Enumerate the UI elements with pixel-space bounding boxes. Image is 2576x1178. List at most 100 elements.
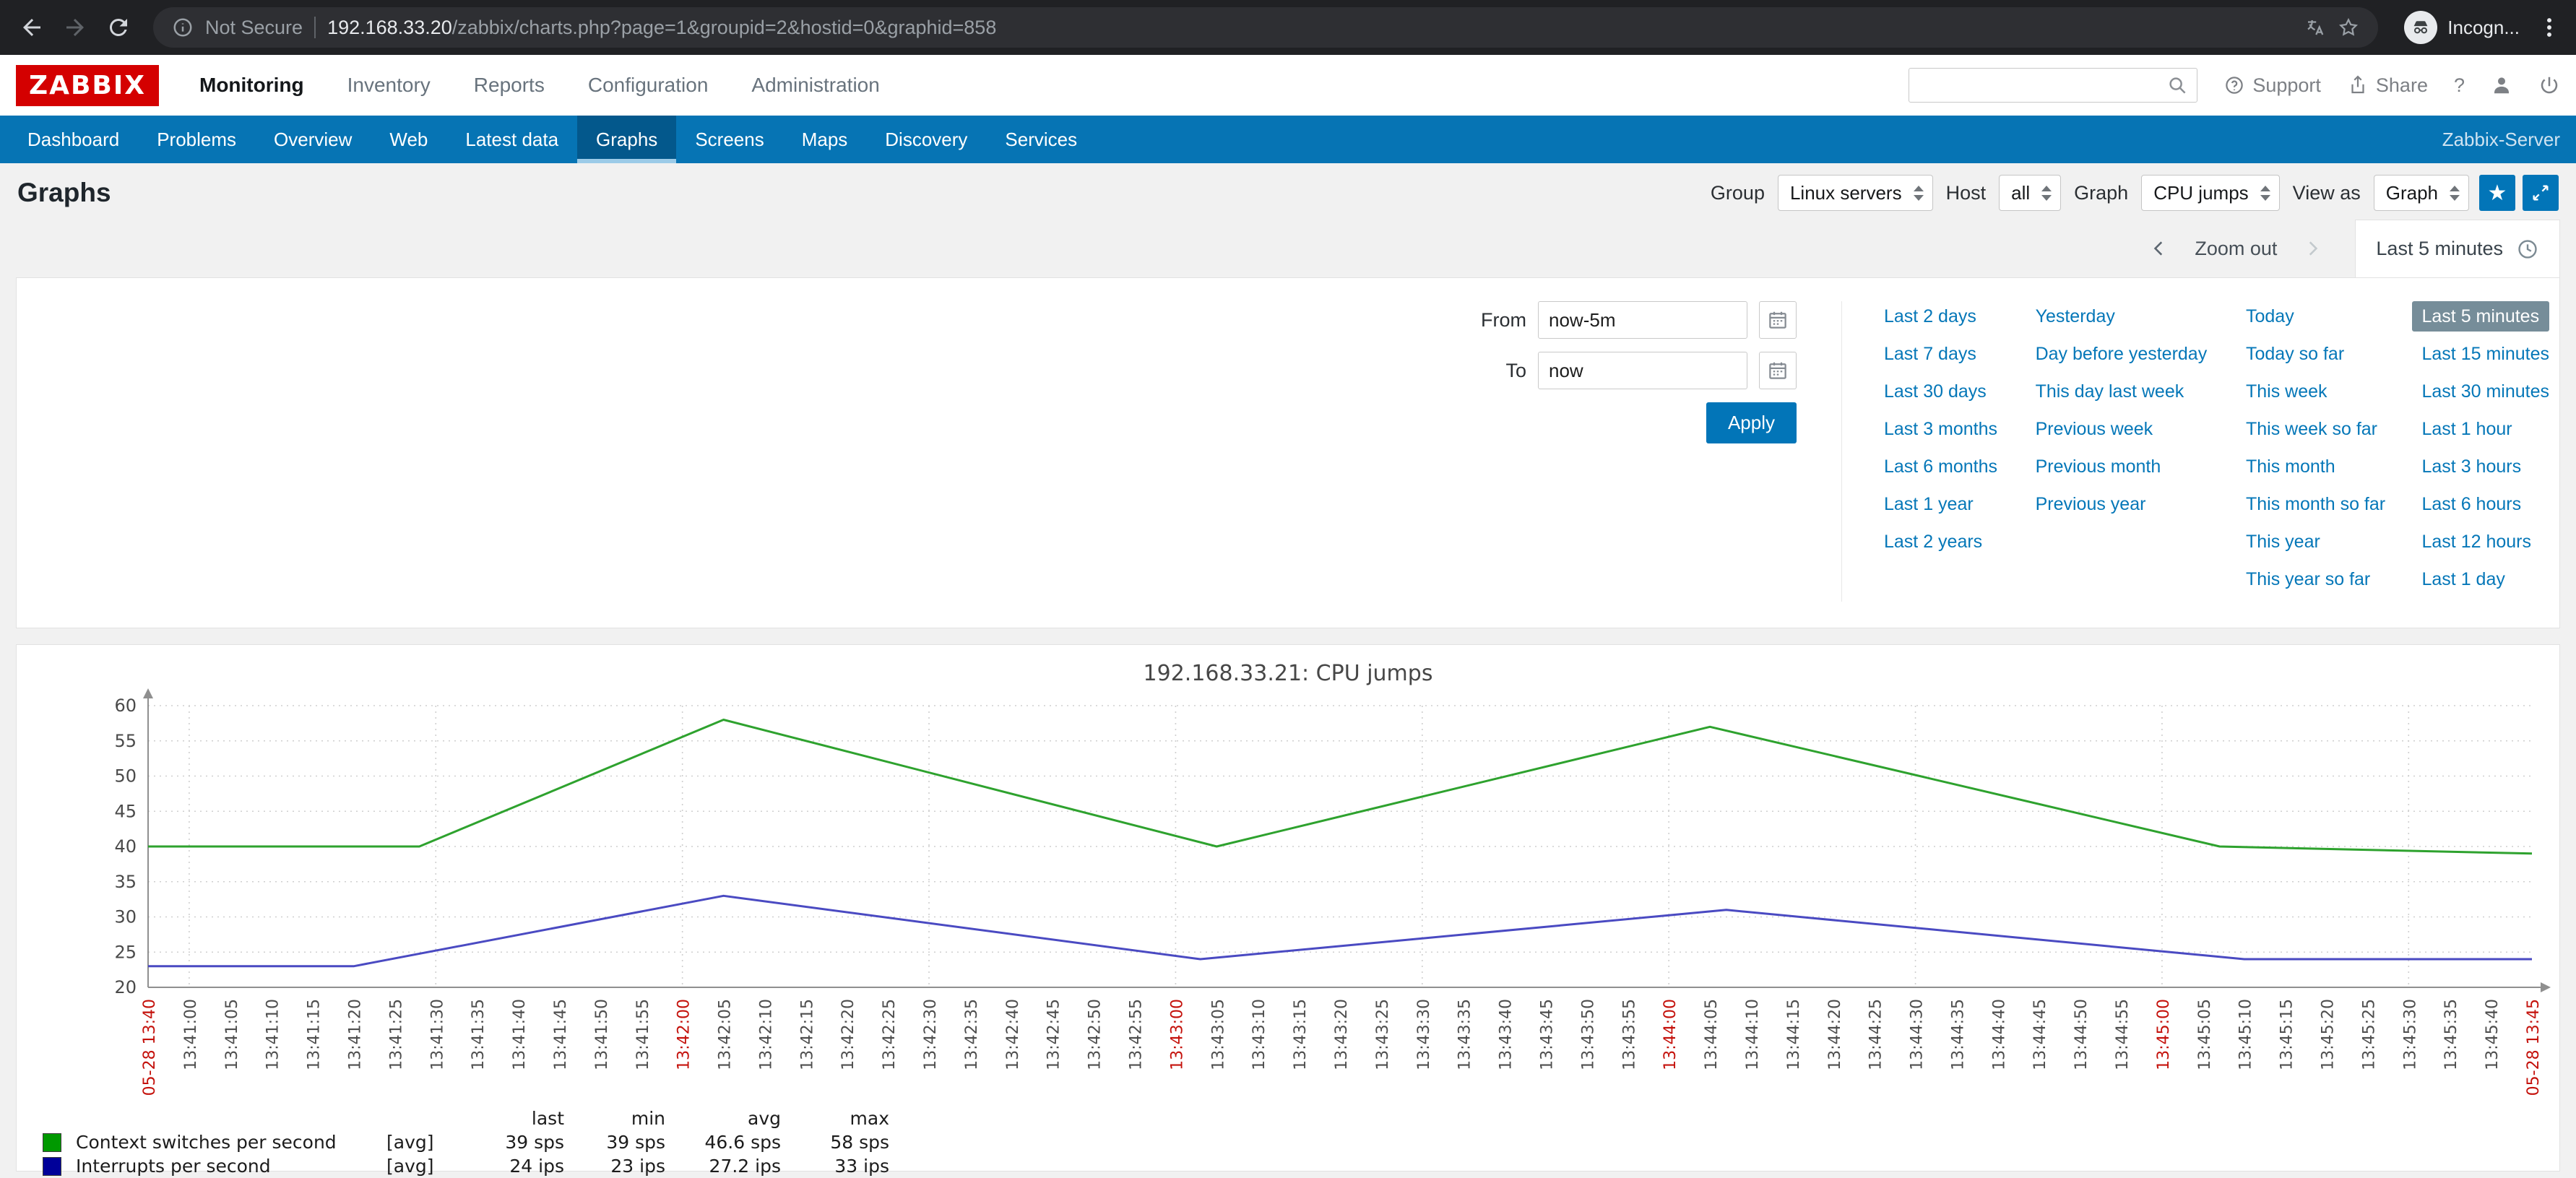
url-text: 192.168.33.20/zabbix/charts.php?page=1&g…	[327, 17, 2293, 39]
fullscreen-button[interactable]	[2523, 175, 2559, 211]
x-tick-label: 13:41:35	[470, 999, 488, 1070]
range-last-6-hours[interactable]: Last 6 hours	[2412, 489, 2532, 519]
back-icon[interactable]	[14, 10, 49, 45]
page-info-icon[interactable]	[172, 17, 194, 38]
quick-range-column-1: Last 2 days Last 7 days Last 30 days Last 3…	[1874, 301, 2026, 602]
range-this-day-last-week[interactable]: This day last week	[2026, 376, 2195, 407]
subnav-item-dashboard[interactable]: Dashboard	[9, 116, 138, 163]
select-caret-icon	[1914, 186, 1924, 201]
subnav-item-discovery[interactable]: Discovery	[866, 116, 986, 163]
zoom-out-button[interactable]: Zoom out	[2195, 238, 2277, 260]
time-range-label: Last 5 minutes	[2376, 238, 2503, 260]
share-link[interactable]: Share	[2347, 74, 2428, 97]
select-group[interactable]: Linux servers	[1778, 175, 1933, 211]
translate-icon[interactable]	[2304, 17, 2326, 38]
menu-item-reports[interactable]: Reports	[452, 74, 566, 97]
to-input[interactable]	[1538, 352, 1747, 389]
range-day-before-yesterday[interactable]: Day before yesterday	[2026, 339, 2218, 369]
search-input[interactable]	[1918, 74, 2166, 98]
forward-icon[interactable]	[58, 10, 92, 45]
y-tick-label: 60	[114, 696, 137, 716]
select-graph[interactable]: CPU jumps	[2141, 175, 2279, 211]
help-link[interactable]: ?	[2454, 74, 2465, 97]
subnav-item-maps[interactable]: Maps	[783, 116, 867, 163]
subnav-item-overview[interactable]: Overview	[255, 116, 371, 163]
range-this-year[interactable]: This year	[2236, 527, 2330, 557]
range-last-1-day[interactable]: Last 1 day	[2412, 564, 2515, 594]
x-tick-label: 13:44:40	[1990, 999, 2008, 1070]
range-last-30-days[interactable]: Last 30 days	[1874, 376, 1997, 407]
range-today-so-far[interactable]: Today so far	[2236, 339, 2354, 369]
range-yesterday[interactable]: Yesterday	[2026, 301, 2125, 332]
support-link[interactable]: Support	[2223, 74, 2321, 97]
range-last-1-hour[interactable]: Last 1 hour	[2412, 414, 2523, 444]
range-this-month-so-far[interactable]: This month so far	[2236, 489, 2395, 519]
subnav-item-problems[interactable]: Problems	[138, 116, 255, 163]
select-value-graph: CPU jumps	[2153, 182, 2248, 204]
menu-item-monitoring[interactable]: Monitoring	[178, 74, 326, 97]
range-last-12-hours[interactable]: Last 12 hours	[2412, 527, 2542, 557]
range-this-year-so-far[interactable]: This year so far	[2236, 564, 2380, 594]
range-previous-year[interactable]: Previous year	[2026, 489, 2156, 519]
apply-button[interactable]: Apply	[1706, 402, 1797, 443]
browser-chrome: Not Secure 192.168.33.20/zabbix/charts.p…	[0, 0, 2576, 55]
chevron-left-icon[interactable]	[2150, 238, 2169, 259]
subnav-item-latest-data[interactable]: Latest data	[446, 116, 577, 163]
x-tick-label: 13:44:00	[1661, 999, 1680, 1070]
from-input[interactable]	[1538, 301, 1747, 339]
range-last-1-year[interactable]: Last 1 year	[1874, 489, 1984, 519]
select-view-as[interactable]: Graph	[2374, 175, 2469, 211]
range-today[interactable]: Today	[2236, 301, 2304, 332]
chevron-right-icon[interactable]	[2303, 238, 2322, 259]
range-last-3-hours[interactable]: Last 3 hours	[2412, 451, 2532, 482]
zabbix-logo[interactable]: ZABBIX	[16, 65, 159, 106]
legend-row-interrupts-per-second: Interrupts per second[avg]24 ips23 ips27…	[43, 1154, 2551, 1178]
menu-item-inventory[interactable]: Inventory	[326, 74, 452, 97]
select-host[interactable]: all	[1999, 175, 2061, 211]
range-this-week[interactable]: This week	[2236, 376, 2338, 407]
to-calendar-button[interactable]	[1759, 352, 1797, 389]
bookmark-star-icon[interactable]	[2338, 17, 2359, 38]
range-last-2-years[interactable]: Last 2 years	[1874, 527, 1992, 557]
range-last-15-minutes[interactable]: Last 15 minutes	[2412, 339, 2560, 369]
range-previous-month[interactable]: Previous month	[2026, 451, 2171, 482]
filter-label-view-as: View as	[2293, 182, 2361, 204]
from-calendar-button[interactable]	[1759, 301, 1797, 339]
range-last-6-months[interactable]: Last 6 months	[1874, 451, 2007, 482]
range-last-2-days[interactable]: Last 2 days	[1874, 301, 1987, 332]
range-last-5-minutes[interactable]: Last 5 minutes	[2412, 301, 2550, 332]
reload-icon[interactable]	[101, 10, 136, 45]
x-tick-label: 13:44:55	[2114, 999, 2132, 1070]
chart-legend: lastminavgmaxContext switches per second…	[43, 1106, 2551, 1178]
range-last-30-minutes[interactable]: Last 30 minutes	[2412, 376, 2560, 407]
subnav-item-services[interactable]: Services	[986, 116, 1096, 163]
range-this-week-so-far[interactable]: This week so far	[2236, 414, 2387, 444]
incognito-profile-chip[interactable]: Incogn...	[2395, 7, 2528, 48]
x-tick-label: 13:43:20	[1333, 999, 1351, 1070]
browser-menu-icon[interactable]	[2537, 15, 2562, 40]
user-profile-icon[interactable]	[2491, 74, 2512, 96]
range-previous-week[interactable]: Previous week	[2026, 414, 2164, 444]
signout-icon[interactable]	[2538, 74, 2560, 96]
favourite-star-button[interactable]: ★	[2479, 175, 2515, 211]
search-box	[1909, 68, 2197, 103]
x-tick-label: 13:42:50	[1086, 999, 1105, 1070]
share-label: Share	[2376, 74, 2428, 97]
x-tick-label: 13:45:10	[2237, 999, 2255, 1070]
subnav-item-web[interactable]: Web	[371, 116, 446, 163]
search-icon[interactable]	[2166, 74, 2188, 96]
subnav-item-graphs[interactable]: Graphs	[577, 116, 676, 163]
menu-item-administration[interactable]: Administration	[730, 74, 901, 97]
range-last-7-days[interactable]: Last 7 days	[1874, 339, 1987, 369]
y-axis-arrow	[143, 688, 153, 698]
menu-item-configuration[interactable]: Configuration	[566, 74, 730, 97]
range-last-3-months[interactable]: Last 3 months	[1874, 414, 2007, 444]
x-tick-label: 13:43:15	[1292, 999, 1310, 1070]
time-range-tab[interactable]: Last 5 minutes	[2355, 220, 2560, 277]
legend-header-min: min	[564, 1108, 665, 1129]
address-bar[interactable]: Not Secure 192.168.33.20/zabbix/charts.p…	[153, 7, 2378, 48]
x-tick-label: 13:43:25	[1374, 999, 1392, 1070]
x-tick-label: 13:44:10	[1744, 999, 1762, 1070]
subnav-item-screens[interactable]: Screens	[676, 116, 782, 163]
range-this-month[interactable]: This month	[2236, 451, 2346, 482]
